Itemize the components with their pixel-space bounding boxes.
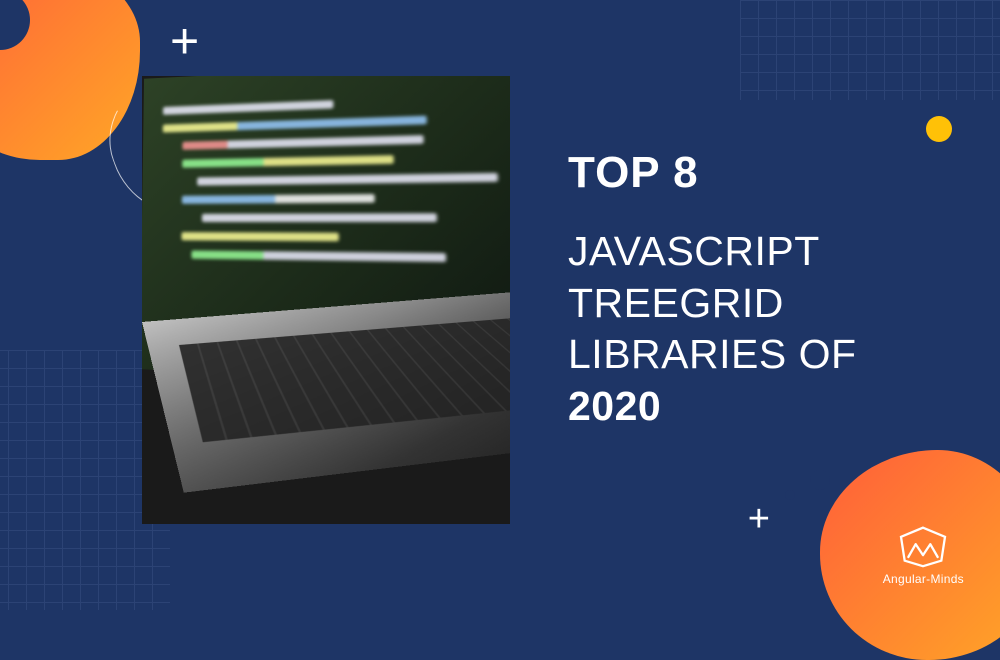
angular-minds-icon [895,524,951,568]
brand-logo: Angular-Minds [883,524,964,586]
subtitle-line: JAVASCRIPT [568,228,820,274]
plus-icon: + [748,500,770,538]
decorative-grid-top-right [740,0,1000,100]
plus-icon: + [170,16,199,66]
decorative-blue-dot [785,490,795,500]
subtitle-year: 2020 [568,383,661,429]
decorative-blob-hole [810,470,830,490]
headline-subtitle: JAVASCRIPT TREEGRID LIBRARIES OF 2020 [568,226,940,433]
brand-name: Angular-Minds [883,572,964,586]
laptop-code-image [142,76,510,524]
decorative-yellow-dot [926,116,952,142]
headline-block: TOP 8 JAVASCRIPT TREEGRID LIBRARIES OF 2… [568,148,940,433]
subtitle-line: TREEGRID [568,280,784,326]
headline-top: TOP 8 [568,148,940,198]
subtitle-line: LIBRARIES OF [568,331,857,377]
